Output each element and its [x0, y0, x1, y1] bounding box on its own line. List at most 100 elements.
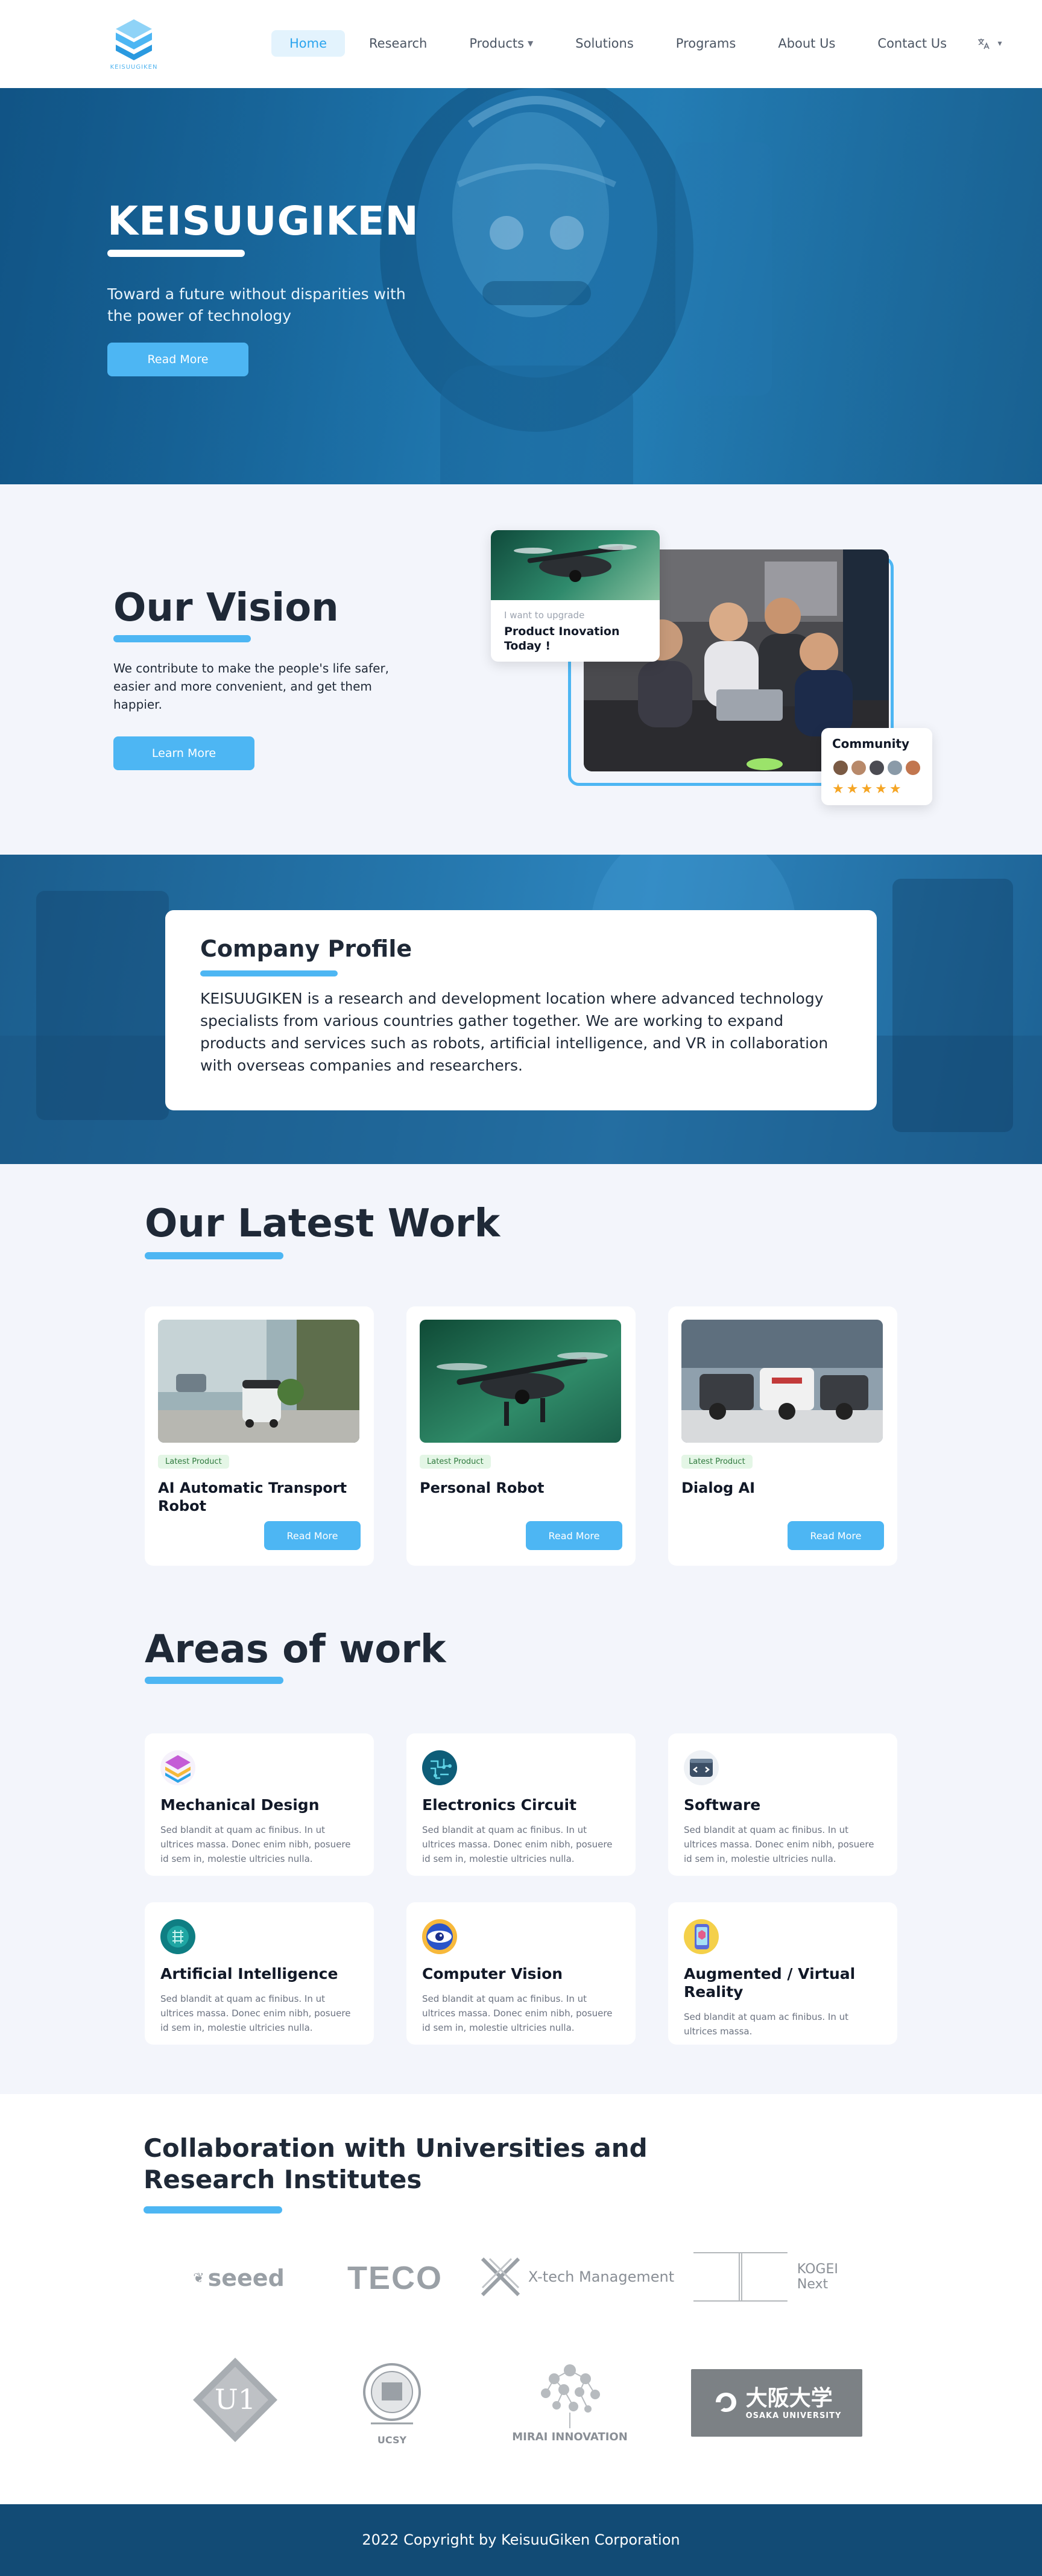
- svg-text:U1: U1: [215, 2383, 256, 2416]
- x-mark-icon: [481, 2257, 520, 2297]
- ucsy-logo[interactable]: UCSY: [350, 2346, 434, 2455]
- osaka-text-block: 大阪大学 OSAKA UNIVERSITY: [746, 2386, 842, 2420]
- nav-home-label: Home: [289, 36, 327, 51]
- kogei-next-logo[interactable]: KOGEI Next: [692, 2250, 873, 2304]
- ucsy-seal-icon: [363, 2362, 421, 2424]
- upgrade-card[interactable]: I want to upgrade Product Inovation Toda…: [491, 530, 660, 662]
- avatar: [905, 759, 921, 776]
- osaka-university-logo[interactable]: 大阪大学 OSAKA UNIVERSITY: [691, 2369, 862, 2437]
- nav-about[interactable]: About Us: [760, 30, 853, 57]
- language-switcher[interactable]: ▼: [977, 37, 1003, 50]
- profile-underline: [200, 970, 338, 976]
- avatar: [886, 759, 903, 776]
- latest-product-badge: Latest Product: [158, 1455, 229, 1469]
- dialog-ai-image: [681, 1320, 883, 1443]
- area-card[interactable]: Mechanical Design Sed blandit at quam ac…: [145, 1733, 374, 1876]
- chevron-down-icon: ▼: [528, 39, 534, 48]
- kogei-frame-icon: [693, 2252, 788, 2302]
- nav-about-label: About Us: [778, 36, 836, 51]
- nav-solutions-label: Solutions: [575, 36, 634, 51]
- hero-banner: KEISUUGIKEN Toward a future without disp…: [0, 88, 1042, 484]
- mirai-innovation-logo[interactable]: MIRAI INNOVATION: [500, 2346, 639, 2455]
- work-card-title: Dialog AI: [681, 1479, 756, 1496]
- company-profile-section: Company Profile KEISUUGIKEN is a researc…: [0, 855, 1042, 1164]
- osaka-emblem-icon: [715, 2393, 736, 2412]
- nav-solutions[interactable]: Solutions: [557, 30, 652, 57]
- logo-mark-icon: [116, 19, 152, 60]
- collab-title: Collaboration with Universities and Rese…: [144, 2133, 648, 2194]
- star-rating: ★★★★★: [832, 781, 904, 796]
- work-card-title: AI Automatic Transport Robot: [158, 1479, 347, 1514]
- copyright-text: 2022 Copyright by KeisuuGiken Corporatio…: [362, 2531, 680, 2548]
- area-title: Computer Vision: [422, 1965, 563, 1983]
- robot-kit-icon: [681, 1320, 883, 1443]
- avatar: [868, 759, 885, 776]
- profile-title: Company Profile: [200, 935, 412, 962]
- area-card[interactable]: Software Sed blandit at quam ac finibus.…: [668, 1733, 897, 1876]
- teco-logo-text: TECO: [347, 2260, 443, 2296]
- teco-logo[interactable]: TECO: [338, 2256, 452, 2300]
- areas-of-work-section: Areas of work Mechanical Design Sed blan…: [0, 1604, 1042, 2094]
- area-description: Sed blandit at quam ac finibus. In ut ul…: [684, 2011, 849, 2037]
- work-read-more-button[interactable]: Read More: [788, 1521, 884, 1550]
- work-read-more-button[interactable]: Read More: [526, 1521, 622, 1550]
- area-card[interactable]: Computer Vision Sed blandit at quam ac f…: [406, 1902, 636, 2045]
- brand-logo[interactable]: KEISUUGIKEN: [105, 18, 163, 71]
- work-card[interactable]: Latest Product Dialog AI Read More: [668, 1306, 897, 1566]
- area-card[interactable]: Artificial Intelligence Sed blandit at q…: [145, 1902, 374, 2045]
- xtech-logo-text: X-tech Management: [528, 2268, 675, 2285]
- hero-underline: [107, 250, 245, 257]
- nav-home[interactable]: Home: [271, 30, 346, 57]
- learn-more-button[interactable]: Learn More: [113, 736, 254, 770]
- nav-programs[interactable]: Programs: [658, 30, 754, 57]
- main-menu: Home Research Products ▼ Solutions Progra…: [265, 30, 1003, 57]
- profile-panel: Company Profile KEISUUGIKEN is a researc…: [165, 910, 877, 1110]
- hero-subtitle: Toward a future without disparities with…: [107, 285, 406, 324]
- osaka-english: OSAKA UNIVERSITY: [745, 2411, 842, 2420]
- area-title: Augmented / Virtual Reality: [684, 1965, 856, 2001]
- ai-chip-icon: [160, 1919, 195, 1954]
- upgrade-headline: Product Inovation Today !: [504, 625, 620, 653]
- vision-eye-icon: [422, 1919, 457, 1954]
- area-description: Sed blandit at quam ac finibus. In ut ul…: [160, 1824, 351, 1864]
- transport-robot-icon: [158, 1320, 359, 1443]
- circuit-icon: [422, 1750, 457, 1785]
- nav-programs-label: Programs: [675, 36, 736, 51]
- seeed-logo[interactable]: ❦ seeed: [178, 2257, 299, 2299]
- vision-title: Our Vision: [113, 586, 339, 630]
- latest-work-underline: [145, 1252, 283, 1259]
- transport-robot-image: [158, 1320, 359, 1443]
- area-description: Sed blandit at quam ac finibus. In ut ul…: [160, 1993, 351, 2033]
- avatar: [850, 759, 867, 776]
- hero-read-more-button[interactable]: Read More: [107, 343, 248, 376]
- nav-contact[interactable]: Contact Us: [859, 30, 965, 57]
- nav-products[interactable]: Products ▼: [451, 30, 551, 57]
- area-title: Artificial Intelligence: [160, 1965, 338, 1983]
- xtech-logo[interactable]: X-tech Management: [476, 2250, 675, 2304]
- avatar-group: [832, 759, 923, 776]
- nav-research-label: Research: [369, 36, 428, 51]
- work-read-more-button[interactable]: Read More: [264, 1521, 361, 1550]
- drone-icon: [514, 544, 637, 582]
- community-card[interactable]: Community ★★★★★: [821, 728, 932, 805]
- area-description: Sed blandit at quam ac finibus. In ut ul…: [684, 1824, 874, 1864]
- avatar: [832, 759, 849, 776]
- layers-icon: [160, 1750, 195, 1785]
- area-card[interactable]: Augmented / Virtual Reality Sed blandit …: [668, 1902, 897, 2045]
- collaboration-section: Collaboration with Universities and Rese…: [0, 2094, 1042, 2504]
- work-card[interactable]: Latest Product Personal Robot Read More: [406, 1306, 636, 1566]
- u1-diamond-icon: U1: [193, 2358, 277, 2442]
- upgrade-small-text: I want to upgrade: [504, 610, 585, 621]
- area-card[interactable]: Electronics Circuit Sed blandit at quam …: [406, 1733, 636, 1876]
- kogei-logo-text: KOGEI Next: [797, 2262, 838, 2292]
- area-title: Electronics Circuit: [422, 1796, 577, 1814]
- latest-product-badge: Latest Product: [420, 1455, 491, 1469]
- u1-logo[interactable]: U1: [187, 2355, 283, 2445]
- neural-tree-icon: [541, 2364, 600, 2428]
- nav-research[interactable]: Research: [351, 30, 445, 57]
- areas-underline: [145, 1677, 283, 1684]
- drone-icon: [420, 1320, 621, 1443]
- work-card[interactable]: Latest Product AI Automatic Transport Ro…: [145, 1306, 374, 1566]
- hero-title: KEISUUGIKEN: [107, 198, 419, 244]
- ar-vr-icon: [684, 1919, 719, 1954]
